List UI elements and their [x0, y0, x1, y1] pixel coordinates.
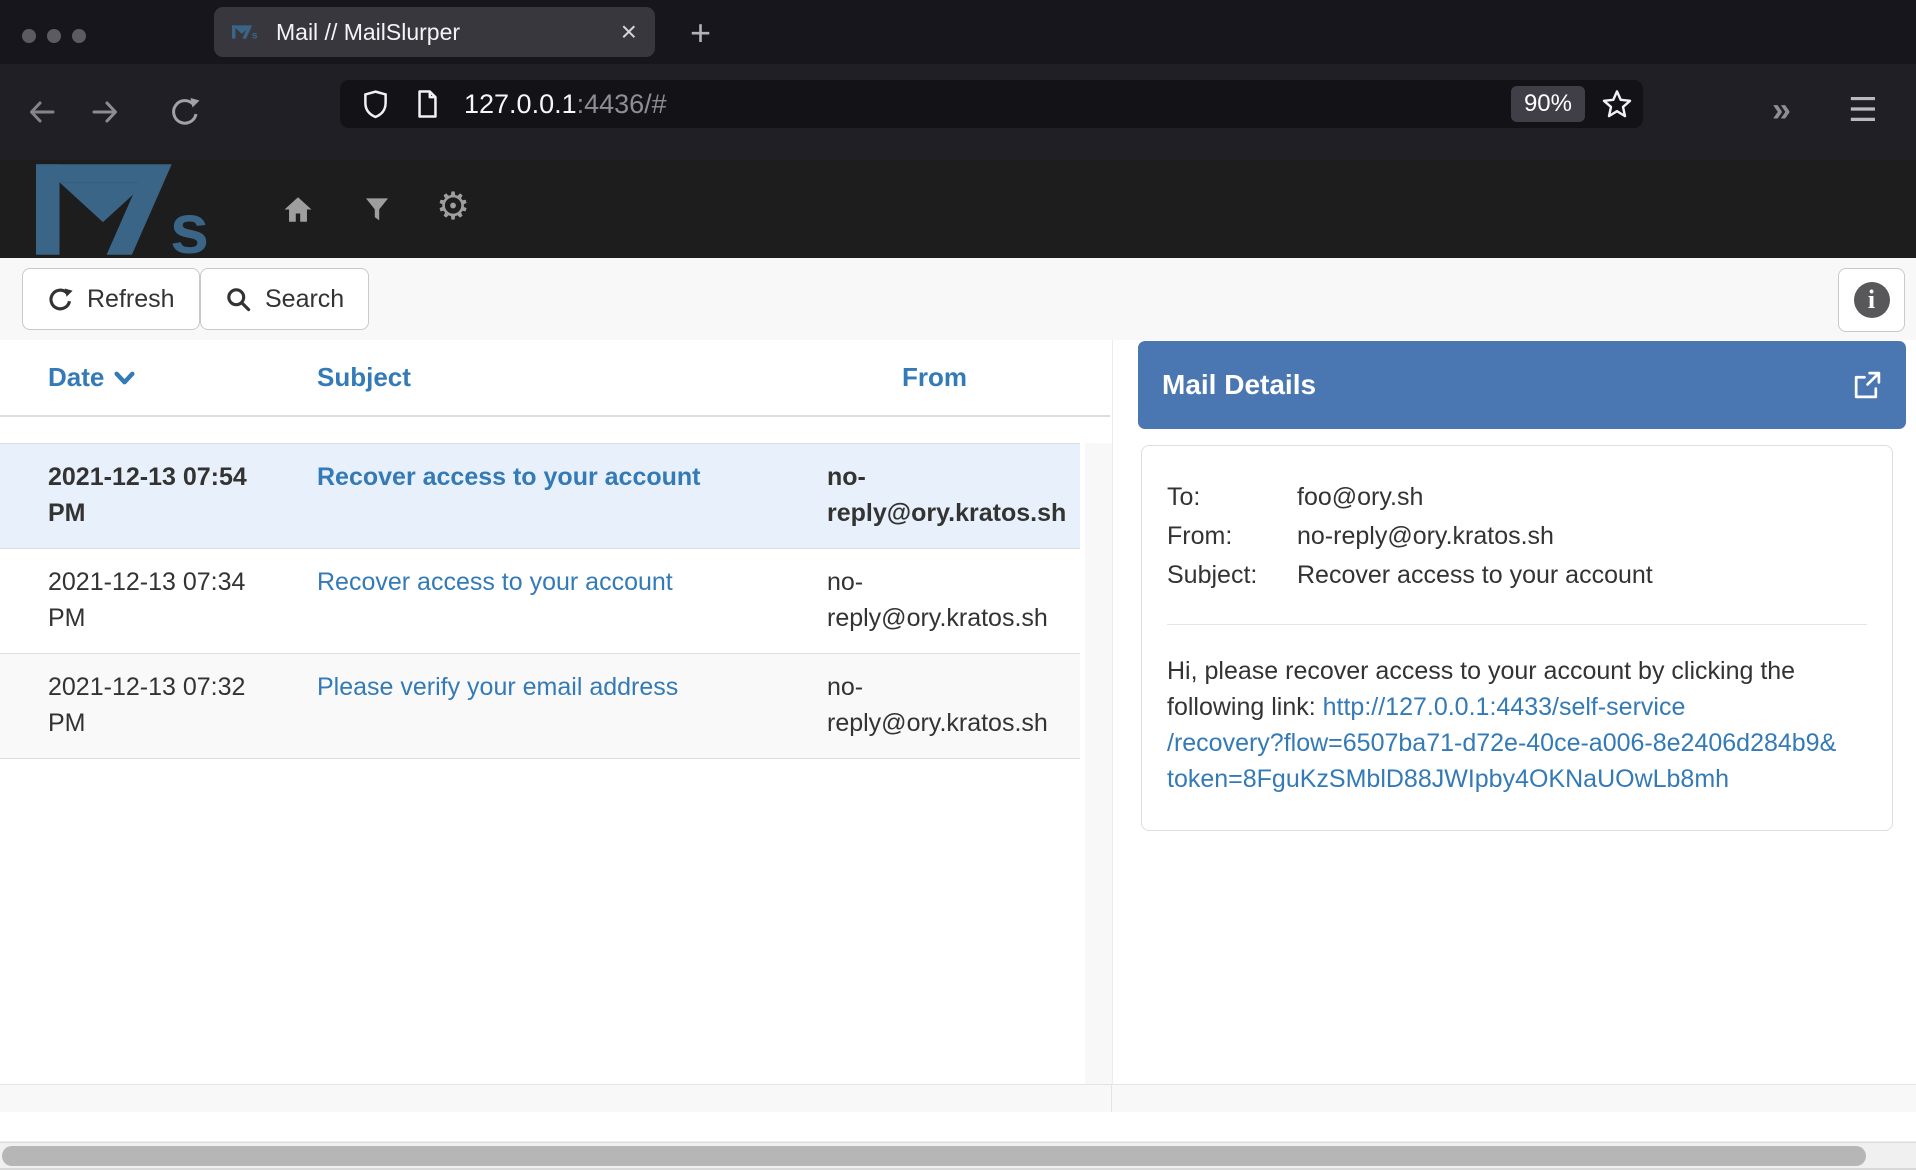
bookmark-star-icon[interactable]: [1601, 88, 1633, 120]
mail-list: 2021-12-13 07:54 PM Recover access to yo…: [0, 443, 1080, 759]
refresh-label: Refresh: [87, 285, 175, 314]
list-scroll-gutter: [1085, 443, 1112, 1084]
screen: s Mail // MailSlurper × +: [0, 0, 1916, 1170]
info-icon: i: [1854, 282, 1890, 318]
subject-value: Recover access to your account: [1297, 556, 1867, 594]
mail-from: no-reply@ory.kratos.sh: [825, 549, 1080, 653]
column-header-date[interactable]: Date: [0, 340, 270, 415]
search-button[interactable]: Search: [200, 268, 369, 330]
zoom-level-badge[interactable]: 90%: [1511, 86, 1585, 122]
browser-tab[interactable]: s Mail // MailSlurper ×: [214, 7, 655, 57]
browser-tab-strip: s Mail // MailSlurper × +: [0, 0, 1916, 64]
mail-body: Hi, please recover access to your accoun…: [1167, 653, 1867, 797]
mail-from: no-reply@ory.kratos.sh: [825, 444, 1080, 548]
search-icon: [225, 286, 252, 313]
menu-hamburger-icon[interactable]: ☰: [1848, 90, 1878, 129]
url-text[interactable]: 127.0.0.1:4436/#: [464, 89, 667, 120]
mail-row[interactable]: 2021-12-13 07:34 PM Recover access to yo…: [0, 548, 1080, 653]
reload-button[interactable]: [168, 95, 202, 129]
logo-s-letter: s: [170, 189, 209, 257]
svg-text:s: s: [252, 30, 258, 40]
mail-list-header: Date Subject From: [0, 340, 1110, 417]
mail-date: 2021-12-13 07:32 PM: [0, 654, 270, 758]
window-controls[interactable]: [22, 29, 86, 43]
mail-subject-link[interactable]: Please verify your email address: [317, 673, 678, 701]
tab-favicon-icon: s: [232, 24, 260, 40]
mail-details-pane: Mail Details To: foo@ory.sh From: no-rep…: [1112, 340, 1916, 1085]
info-button[interactable]: i: [1838, 268, 1905, 332]
mail-date: 2021-12-13 07:34 PM: [0, 549, 270, 653]
column-header-from: From: [825, 340, 1080, 415]
details-card: To: foo@ory.sh From: no-reply@ory.kratos…: [1141, 445, 1893, 831]
url-bar[interactable]: 127.0.0.1:4436/# 90%: [340, 80, 1643, 128]
details-title: Mail Details: [1162, 369, 1851, 401]
home-icon[interactable]: [283, 196, 313, 223]
page-icon[interactable]: [415, 89, 440, 119]
mailslurper-logo[interactable]: s: [36, 162, 226, 257]
tab-close-icon[interactable]: ×: [621, 18, 637, 46]
mail-from: no-reply@ory.kratos.sh: [825, 654, 1080, 758]
app-header: s ⚙: [0, 160, 1916, 258]
search-label: Search: [265, 285, 344, 314]
tab-title: Mail // MailSlurper: [276, 19, 621, 46]
mail-list-pane: Date Subject From 2021-12-13 07:54 PM Re…: [0, 340, 1112, 1085]
from-label: From:: [1167, 517, 1297, 555]
to-label: To:: [1167, 478, 1297, 516]
forward-button[interactable]: [88, 95, 122, 129]
action-bar: Refresh Search i: [0, 258, 1916, 340]
bottom-white-band: [0, 1112, 1916, 1142]
subject-label: Subject:: [1167, 556, 1297, 594]
details-header: Mail Details: [1138, 341, 1906, 429]
from-value: no-reply@ory.kratos.sh: [1297, 517, 1867, 555]
refresh-button[interactable]: Refresh: [22, 268, 200, 330]
new-tab-button[interactable]: +: [690, 12, 711, 54]
sort-desc-icon: [114, 371, 135, 385]
gear-icon[interactable]: ⚙: [436, 184, 470, 228]
mail-subject-link[interactable]: Recover access to your account: [317, 463, 701, 491]
mail-date: 2021-12-13 07:54 PM: [0, 444, 270, 548]
pane-divider-line: [1111, 1085, 1112, 1112]
refresh-icon: [47, 286, 74, 313]
bottom-gray-band: [0, 1085, 1916, 1112]
url-host: 127.0.0.1: [464, 89, 577, 119]
shield-icon[interactable]: [362, 89, 389, 119]
column-header-subject: Subject: [270, 340, 825, 415]
mail-row-selected[interactable]: 2021-12-13 07:54 PM Recover access to yo…: [0, 443, 1080, 548]
mail-subject-link[interactable]: Recover access to your account: [317, 568, 673, 596]
open-external-icon[interactable]: [1851, 370, 1882, 401]
filter-icon[interactable]: [366, 198, 388, 223]
mail-row[interactable]: 2021-12-13 07:32 PM Please verify your e…: [0, 653, 1080, 759]
scrollbar-thumb[interactable]: [2, 1146, 1866, 1166]
overflow-chevrons-icon[interactable]: »: [1772, 91, 1787, 130]
meta-body-divider: [1167, 624, 1867, 625]
to-value: foo@ory.sh: [1297, 478, 1867, 516]
mail-meta: To: foo@ory.sh From: no-reply@ory.kratos…: [1167, 478, 1867, 594]
back-button[interactable]: [25, 95, 59, 129]
browser-toolbar: 127.0.0.1:4436/# 90% » ☰: [0, 64, 1916, 160]
url-path: :4436/#: [577, 89, 667, 119]
